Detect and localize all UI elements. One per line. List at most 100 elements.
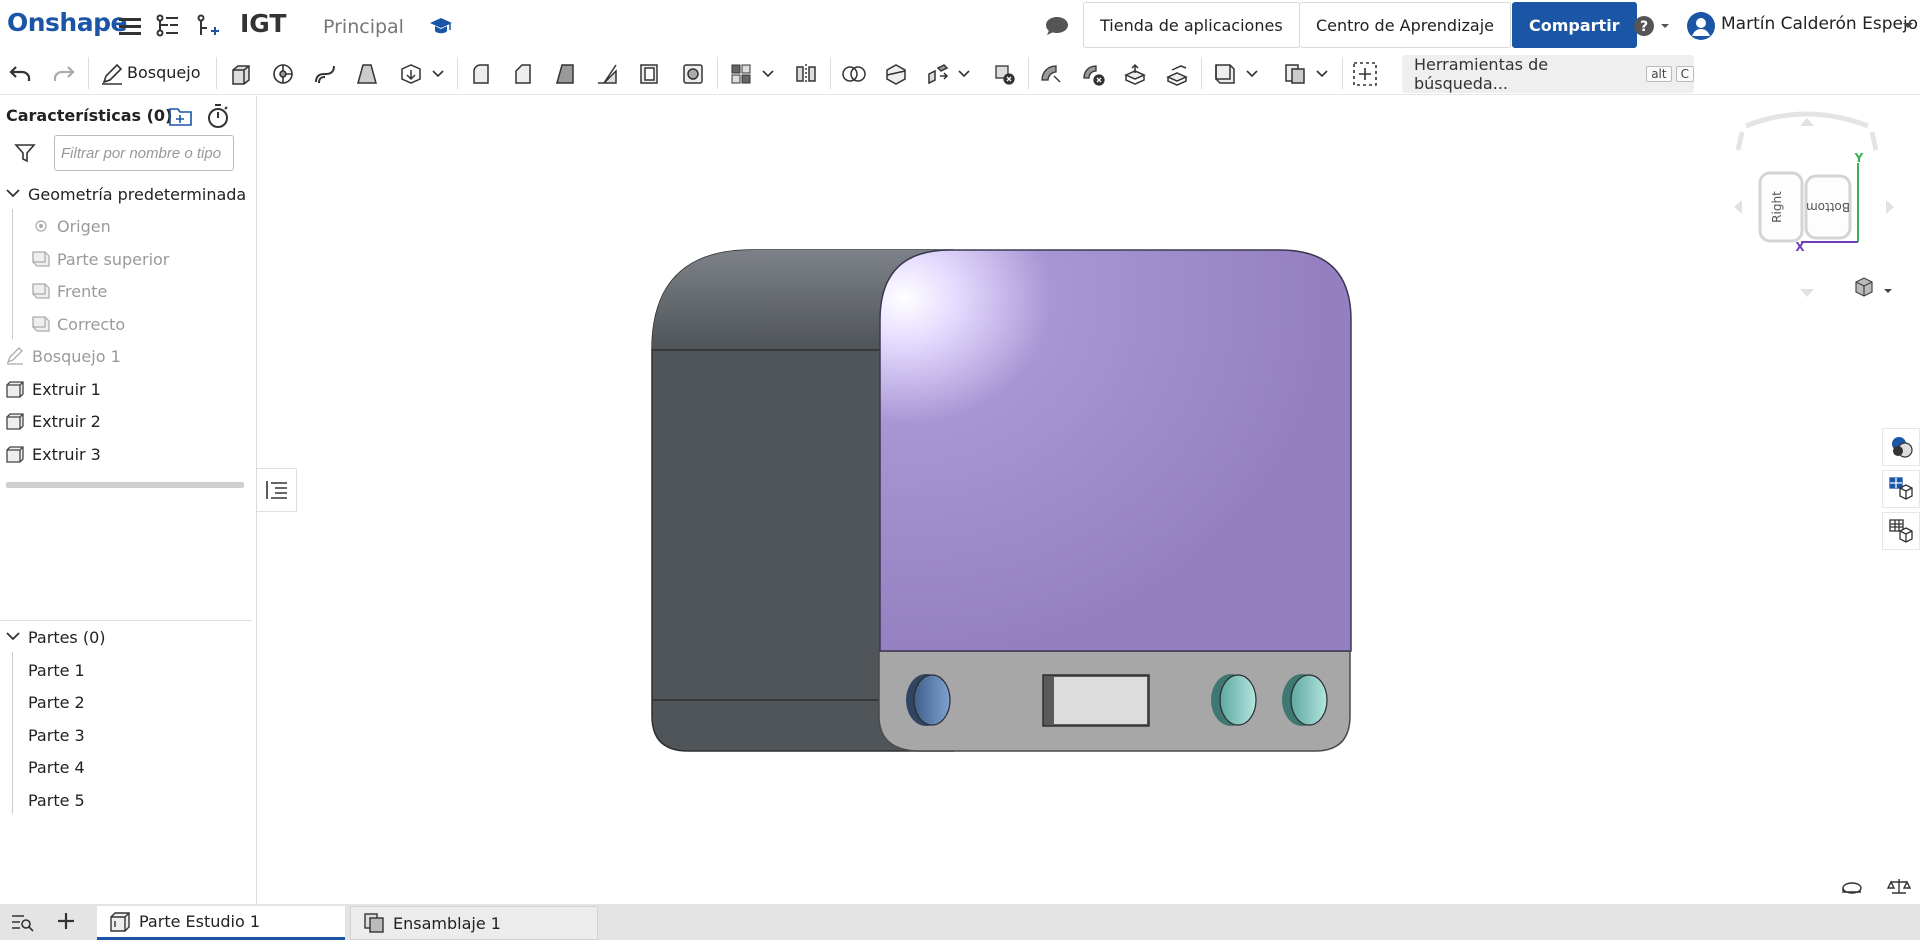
knob-blue[interactable] [906,674,951,726]
view-cube-bottom-label: Bottom [1806,200,1850,214]
filter-icon[interactable] [14,142,36,164]
transform-icon[interactable] [924,60,952,88]
extrude-icon[interactable] [227,60,255,88]
workspace-name[interactable]: Principal [323,16,404,38]
avatar[interactable] [1686,12,1716,40]
chevron-down-icon[interactable] [4,185,22,203]
delete-face-icon[interactable] [1079,60,1107,88]
chevron-down-icon[interactable] [760,60,776,88]
add-tab-icon[interactable] [56,911,78,933]
rollback-timer-icon[interactable] [206,103,232,129]
rib-icon[interactable] [593,60,621,88]
move-face-icon[interactable] [1121,60,1149,88]
app-store-button[interactable]: Tienda de aplicaciones [1083,2,1300,48]
shell-icon[interactable] [635,60,663,88]
tree-item-front-plane[interactable]: Frente [0,276,256,306]
replace-face-icon[interactable] [1163,60,1191,88]
chevron-down-icon[interactable] [1314,60,1330,88]
part-item[interactable]: Parte 1 [0,655,256,685]
mate-connector-icon[interactable] [1281,60,1309,88]
help-icon[interactable]: ? [1632,12,1674,40]
features-header: Características (0) [6,106,173,125]
part-item[interactable]: Parte 3 [0,720,256,750]
chevron-down-icon[interactable] [956,60,972,88]
share-button[interactable]: Compartir [1512,2,1637,48]
toolbar-separator [88,57,89,89]
mass-properties-icon[interactable] [1886,879,1912,894]
chevron-down-icon[interactable] [430,60,446,88]
add-custom-feature-icon[interactable] [1351,60,1379,88]
variables-table-icon[interactable] [1882,512,1920,550]
knob-cyan-1[interactable] [1211,674,1257,726]
tab-assembly[interactable]: Ensamblaje 1 [350,906,598,940]
delete-part-icon[interactable] [990,60,1018,88]
split-icon[interactable] [882,60,910,88]
rollback-bar[interactable] [6,482,244,488]
graphics-viewport[interactable]: Right Bottom Y X [258,96,1920,904]
sketch-button[interactable]: Bosquejo [127,63,200,82]
thicken-icon[interactable] [397,60,425,88]
view-options-icon[interactable] [1855,277,1892,297]
add-folder-icon[interactable] [168,104,194,130]
pattern-icon[interactable] [727,60,755,88]
knob-cyan-2[interactable] [1282,674,1328,726]
display-screen[interactable] [1042,674,1150,727]
feature-extrude-3[interactable]: Extruir 3 [0,439,256,469]
feature-filter-input[interactable] [54,135,234,171]
hole-icon[interactable] [679,60,707,88]
toolbar-separator [717,57,718,89]
boolean-icon[interactable] [840,60,868,88]
loft-icon[interactable] [353,60,381,88]
measure-tape-icon[interactable] [1842,882,1862,894]
sketch-pencil-icon [6,347,24,365]
appearance-icon[interactable] [1882,428,1920,466]
undo-icon[interactable] [6,60,34,88]
user-name[interactable]: Martín Calderón Espejo [1721,14,1918,34]
plane-icon [32,282,50,300]
tab-manager-icon[interactable] [10,912,34,932]
part-item[interactable]: Parte 4 [0,752,256,782]
shortcut-alt: alt [1646,66,1672,82]
chevron-down-icon[interactable] [4,628,22,646]
tree-item-right-plane[interactable]: Correcto [0,309,256,339]
model-view[interactable]: Right Bottom Y X [258,96,1920,904]
feature-extrude-1[interactable]: Extruir 1 [0,374,256,404]
search-tools-button[interactable]: Herramientas de búsqueda... alt C [1402,55,1694,93]
part-item[interactable]: Parte 2 [0,687,256,717]
rotate-left-icon [1734,200,1742,214]
tab-part-studio[interactable]: Parte Estudio 1 [97,906,345,940]
tree-item-top-plane[interactable]: Parte superior [0,244,256,274]
revolve-icon[interactable] [269,60,297,88]
sweep-icon[interactable] [311,60,339,88]
default-geometry-group[interactable]: Geometría predeterminada [0,179,256,209]
insert-icon[interactable] [194,12,222,40]
extrude-icon [6,412,24,430]
part-cover-purple[interactable] [879,249,1352,652]
menu-icon[interactable] [116,12,144,40]
education-cap-icon[interactable] [427,12,455,40]
comments-icon[interactable] [1043,12,1071,40]
draft-icon[interactable] [551,60,579,88]
feature-extrude-2[interactable]: Extruir 2 [0,406,256,436]
chevron-down-icon[interactable] [1244,60,1260,88]
mirror-icon[interactable] [792,60,820,88]
part-item[interactable]: Parte 5 [0,785,256,815]
chamfer-icon[interactable] [509,60,537,88]
tree-item-origin[interactable]: Origen [0,211,256,241]
plane-icon[interactable] [1211,60,1239,88]
part-studio-icon [110,911,130,932]
modify-fillet-icon[interactable] [1037,60,1065,88]
learning-center-button[interactable]: Centro de Aprendizaje [1299,2,1512,48]
origin-icon [32,217,50,235]
chevron-down-icon[interactable] [1900,12,1916,40]
document-title[interactable]: IGT [240,9,286,38]
view-cube[interactable]: Right Bottom Y X [1734,111,1894,297]
onshape-logo[interactable]: Onshape [7,8,127,37]
feature-sketch-1[interactable]: Bosquejo 1 [0,341,256,371]
sketch-pencil-icon[interactable] [98,60,126,88]
parts-group[interactable]: Partes (0) [0,622,256,652]
configurations-icon[interactable] [1882,470,1920,508]
versions-icon[interactable] [154,12,182,40]
fillet-icon[interactable] [467,60,495,88]
redo-icon[interactable] [50,60,78,88]
